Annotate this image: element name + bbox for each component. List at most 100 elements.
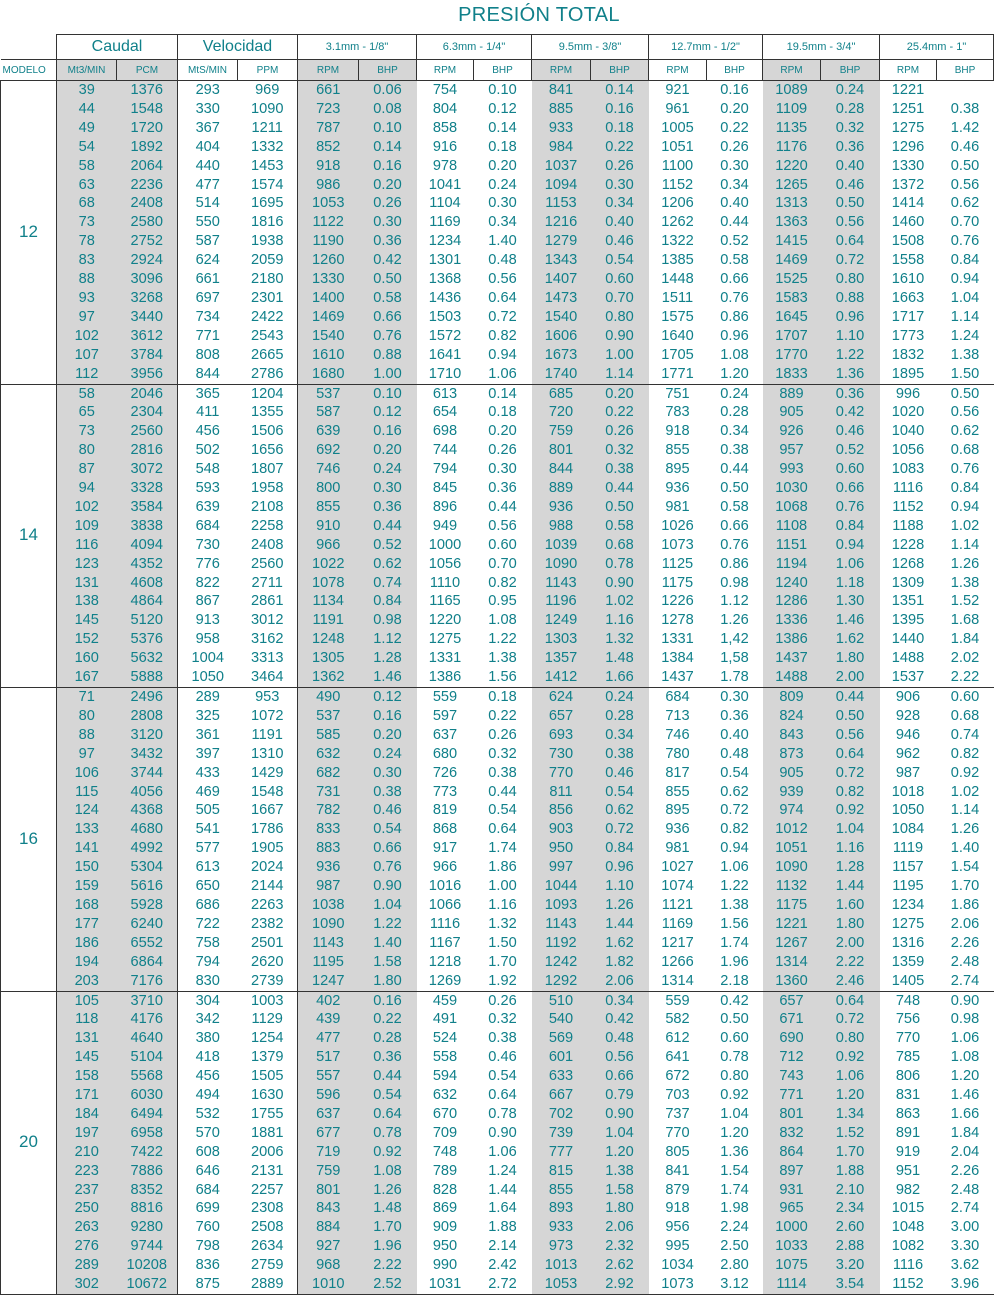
header-corner — [0, 34, 57, 60]
table-cell: 1.50 — [488, 934, 517, 951]
table-cell: 1.44 — [820, 877, 880, 896]
table-cell: 1234 — [891, 896, 925, 913]
table-cell: 0.14 — [590, 80, 649, 100]
table-cell: 1386 — [762, 630, 821, 650]
table-cell: 1.06 — [950, 1030, 980, 1047]
table-cell: 1192 — [531, 933, 591, 953]
table-cell: 844 — [531, 460, 591, 480]
table-cell: 1066 — [428, 896, 462, 913]
table-cell: 2634 — [251, 1238, 284, 1255]
table-row: 63 2236 477 1574 986 0.20 1041 0.24 1094 0.30 1152… — [1, 175, 994, 195]
table-cell: 0.18 — [590, 118, 649, 138]
table-cell: 1.44 — [488, 1181, 517, 1198]
table-cell: 875 — [177, 1275, 238, 1295]
table-cell: 548 — [177, 460, 238, 480]
table-cell: 0.44 — [358, 1067, 417, 1087]
table-cell: 0.60 — [820, 460, 880, 480]
table-cell: 477 — [177, 175, 238, 195]
table-cell: 2059 — [251, 252, 284, 269]
table-cell: 0.36 — [358, 232, 417, 252]
table-cell: 884 — [297, 1218, 359, 1238]
table-cell: 1.26 — [950, 821, 980, 838]
table-cell: 1.32 — [590, 630, 649, 650]
table-cell: 1.70 — [820, 1142, 880, 1162]
table-cell: 1143 — [531, 914, 591, 934]
table-cell: 2236 — [116, 175, 178, 195]
table-cell: 996 — [895, 385, 921, 402]
table-cell: 1121 — [661, 896, 694, 913]
table-cell: 0.48 — [590, 1029, 649, 1049]
table-cell: 1135 — [762, 118, 821, 138]
table-cell: 1027 — [661, 859, 694, 876]
table-cell: 1.62 — [820, 630, 880, 650]
table-cell: 1.92 — [473, 971, 532, 992]
table-cell: 0.20 — [488, 423, 517, 440]
table-cell: 697 — [177, 288, 238, 308]
table-cell: 39 — [56, 80, 117, 100]
table-cell: 0.76 — [358, 858, 417, 878]
fan-performance-table: Caudal Velocidad 3.1mm - 1/8" 6.3mm - 1/… — [0, 34, 994, 1295]
table-cell: 250 — [56, 1199, 117, 1219]
table-cell: 632 — [297, 744, 359, 764]
table-cell: 981 — [665, 840, 690, 857]
table-cell: 1436 — [428, 289, 462, 306]
table-cell: 557 — [297, 1067, 359, 1087]
table-cell: 1832 — [891, 346, 925, 363]
table-cell: 1217 — [661, 934, 694, 951]
table-cell: 800 — [297, 479, 359, 498]
table-cell: 1695 — [251, 195, 284, 212]
table-row: 68 2408 514 1695 1053 0.26 1104 0.30 1153 0.34 120… — [1, 194, 994, 214]
table-cell: 0.58 — [590, 516, 649, 536]
table-cell: 1220 — [762, 156, 821, 176]
table-cell: 2861 — [251, 593, 284, 610]
table-cell: 893 — [531, 1199, 591, 1219]
table-cell: 0.42 — [820, 403, 880, 423]
table-cell: 748 — [895, 992, 921, 1009]
header-sub-row: MODELO Mt3/MIN PCM MtS/MIN PPM RPM BHP R… — [0, 59, 994, 81]
table-cell: 1.16 — [590, 611, 649, 631]
table-cell: 782 — [297, 801, 359, 821]
table-cell: 138 — [56, 592, 117, 612]
table-cell: 3162 — [251, 631, 284, 648]
table-cell: 646 — [177, 1161, 238, 1181]
table-cell: 730 — [177, 535, 238, 555]
table-cell: 951 — [895, 1162, 921, 1179]
table-cell: 3.96 — [936, 1275, 994, 1295]
table-cell: 1.48 — [590, 649, 649, 669]
table-cell: 1114 — [762, 1275, 821, 1295]
table-row: 97 3432 397 1310 632 0.24 680 0.32 730 0.38 780 0.4… — [1, 744, 994, 764]
table-cell: 0.44 — [720, 214, 749, 231]
table-cell: 1895 — [879, 364, 937, 385]
table-cell: 88 — [56, 725, 117, 745]
table-row: 145 5104 418 1379 517 0.36 558 0.46 601 0.56 641 0.… — [1, 1048, 994, 1068]
table-cell: 891 — [895, 1124, 921, 1141]
table-cell: 0.90 — [488, 1124, 517, 1141]
table-cell: 637 — [297, 1104, 359, 1124]
table-cell: 1153 — [531, 194, 591, 214]
table-row: 289 10208 836 2759 968 2.22 990 2.42 1013 2.62 103… — [1, 1256, 994, 1276]
table-cell: 933 — [531, 1218, 591, 1238]
table-cell: 2.00 — [820, 933, 880, 953]
table-cell: 1.40 — [358, 933, 417, 953]
table-cell: 0.28 — [358, 1029, 417, 1049]
table-cell: 0.22 — [488, 707, 517, 724]
table-row: 12 39 1376 293 969 661 0.06 754 0.10 841 0.14 921 0.… — [0, 80, 994, 385]
table-cell: 0.30 — [720, 157, 749, 174]
table-cell: 1242 — [531, 952, 591, 972]
table-cell: 1301 — [428, 252, 462, 269]
table-cell: 0.10 — [358, 118, 417, 138]
table-cell: 1.04 — [720, 1105, 749, 1122]
table-cell: 845 — [432, 480, 458, 497]
table-cell: 1249 — [531, 611, 591, 631]
table-cell: 477 — [297, 1029, 359, 1049]
table-cell: 1152 — [892, 498, 924, 515]
table-cell: 510 — [531, 991, 591, 1011]
table-cell: 685 — [531, 384, 591, 404]
table-cell: 2.50 — [720, 1238, 749, 1255]
table-cell: 559 — [665, 992, 690, 1009]
table-cell: 805 — [665, 1143, 690, 1160]
table-cell: 2144 — [251, 878, 284, 895]
table-cell: 624 — [177, 251, 238, 271]
table-cell: 1330 — [891, 157, 925, 174]
table-cell: 690 — [762, 1029, 821, 1049]
